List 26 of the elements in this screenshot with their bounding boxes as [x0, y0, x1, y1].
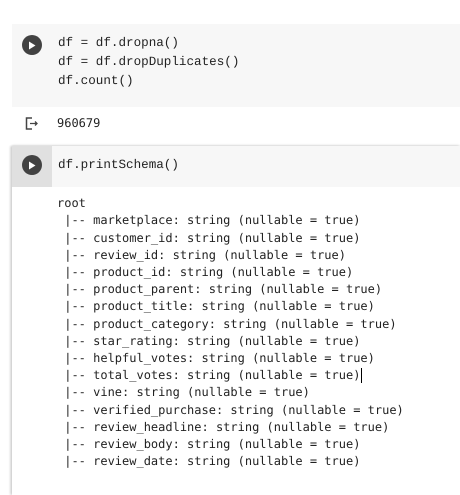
output-line: |-- product_title: string (nullable = true) — [63, 298, 375, 316]
output-line: 960679 — [57, 115, 100, 132]
output-line: root — [57, 195, 86, 212]
output-line: |-- product_parent: string (nullable = true) — [63, 281, 382, 298]
code-line: df.printSchema() — [58, 157, 179, 174]
output-line: |-- vine: string (nullable = true) — [63, 384, 310, 402]
output-line: |-- review_id: string (nullable = true) — [63, 246, 346, 264]
code-line: df.count() — [58, 73, 135, 90]
output-line: |-- review_body: string (nullable = true) — [63, 436, 360, 454]
output-line: |-- product_id: string (nullable = true) — [63, 264, 354, 282]
output-icon[interactable] — [25, 117, 39, 130]
output-line: |-- marketplace: string (nullable = true) — [63, 212, 360, 230]
output-line: |-- review_date: string (nullable = true) — [63, 453, 360, 470]
play-icon — [28, 40, 36, 50]
output-line: |-- product_category: string (nullable = true) — [63, 316, 397, 333]
output-line: |-- helpful_votes: string (nullable = true) — [63, 350, 375, 368]
output-line: |-- star_rating: string (nullable = true) — [63, 332, 360, 350]
run-button[interactable] — [22, 35, 42, 55]
output-line: |-- customer_id: string (nullable = true) — [63, 230, 360, 247]
code-line: df = df.dropDuplicates() — [58, 54, 240, 71]
output-line: |-- total_votes: string (nullable = true) — [63, 367, 360, 384]
play-icon — [28, 160, 36, 170]
code-line: df = df.dropna() — [58, 35, 180, 52]
output-line: |-- review_headline: string (nullable = true) — [63, 418, 390, 436]
output-line: |-- verified_purchase: string (nullable = true) — [63, 402, 404, 419]
run-button[interactable] — [22, 155, 42, 176]
